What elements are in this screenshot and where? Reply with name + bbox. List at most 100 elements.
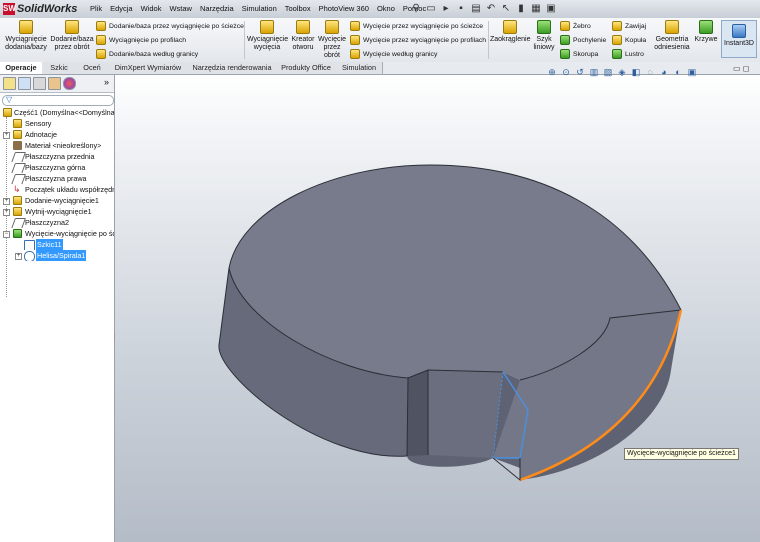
new-document-icon[interactable]: ▭ (425, 2, 437, 15)
extrude-boss-button[interactable]: Wyciągnięcie dodania/bazy (4, 20, 48, 52)
menu-photoview[interactable]: PhotoView 360 (315, 3, 373, 15)
linear-pattern-button[interactable]: Szyk liniowy (532, 20, 556, 52)
lofted-cut-button[interactable]: Wycięcie przez wyciągnięcie po profilach (350, 35, 486, 45)
tab-office-products[interactable]: Produkty Office (276, 62, 337, 74)
menu-toolbox[interactable]: Toolbox (281, 3, 315, 15)
model-3d[interactable] (115, 75, 760, 542)
section-view-icon[interactable]: ▥ (589, 67, 599, 77)
shell-label: Skorupa (573, 50, 599, 58)
tree-item-label: Wytnij-wyciągnięcie1 (25, 207, 92, 216)
menu-insert[interactable]: Wstaw (165, 3, 196, 15)
tree-item-origin[interactable]: ↳ Początek układu współrzędnych (0, 184, 114, 195)
swept-boss-button[interactable]: Dodanie/baza przez wyciągnięcie po ścież… (96, 21, 244, 31)
boundary-boss-button[interactable]: Dodanie/baza według granicy (96, 49, 198, 59)
menu-edit[interactable]: Edycja (106, 3, 137, 15)
boundary-cut-button[interactable]: Wycięcie według granicy (350, 49, 437, 59)
zoom-to-fit-icon[interactable]: ⊕ (547, 67, 557, 77)
mirror-button[interactable]: Lustro (612, 49, 644, 59)
expand-toggle[interactable]: + (3, 209, 10, 216)
save-icon[interactable]: ▪ (455, 2, 467, 15)
tree-item-label: Początek układu współrzędnych (25, 185, 114, 194)
tab-simulation[interactable]: Simulation (336, 62, 383, 74)
dynamic-annotation-icon[interactable]: ▧ (603, 67, 613, 77)
tab-sketch[interactable]: Szkic (42, 62, 77, 74)
file-properties-icon[interactable]: ▦ (530, 2, 542, 15)
rebuild-icon[interactable]: ▮ (515, 2, 527, 15)
pin-icon[interactable]: ⚲ (410, 2, 422, 15)
apply-scene-icon[interactable]: ◐ (673, 67, 683, 77)
expand-toggle[interactable]: + (3, 198, 10, 205)
tab-render-tools[interactable]: Narzędzia renderowania (188, 62, 277, 74)
tab-features[interactable]: Operacje (0, 62, 43, 74)
dome-label: Kopuła (625, 36, 647, 44)
minimize-icon[interactable]: ▭ (733, 64, 741, 73)
tab-evaluate[interactable]: Oceń (76, 62, 109, 74)
tab-dimxpert[interactable]: DimXpert Wymiarów (108, 62, 189, 74)
property-manager-tab-icon[interactable] (18, 77, 31, 90)
revolved-cut-button[interactable]: Wycięcie przez obrót (318, 20, 346, 60)
swept-cut-button[interactable]: Wycięcie przez wyciągnięcie po ścieżce (350, 21, 483, 31)
collapse-toggle[interactable]: − (3, 231, 10, 238)
expand-panel-icon[interactable]: » (104, 77, 109, 87)
tree-item-sensors[interactable]: Sensory (0, 118, 114, 129)
menu-file[interactable]: Plik (86, 3, 106, 15)
curves-button[interactable]: Krzywe (693, 20, 719, 44)
menu-window[interactable]: Okno (373, 3, 399, 15)
expand-toggle[interactable]: + (3, 132, 10, 139)
tree-item-part[interactable]: Część1 (Domyślna<<Domyślna (0, 107, 114, 118)
feature-manager-tab-icon[interactable] (3, 77, 16, 90)
dimxpert-manager-tab-icon[interactable] (48, 77, 61, 90)
tree-item-swept-cut[interactable]: − Wycięcie-wyciągnięcie po ścieżce1 (0, 228, 114, 239)
tree-item-label: Sensory (25, 119, 52, 128)
feature-tooltip: Wycięcie-wyciągnięcie po ścieżce1 (624, 448, 739, 460)
previous-view-icon[interactable]: ↺ (575, 67, 585, 77)
instant3d-button[interactable]: Instant3D (721, 20, 757, 58)
dome-button[interactable]: Kopuła (612, 35, 646, 45)
extruded-cut-button[interactable]: Wyciągnięcie wycięcia (247, 20, 289, 52)
undo-icon[interactable]: ↶ (485, 2, 497, 15)
tree-item-sketch11[interactable]: Szkic11 (0, 239, 114, 250)
tree-item-right-plane[interactable]: Płaszczyzna prawa (0, 173, 114, 184)
tree-item-cut-extrude[interactable]: + Wytnij-wyciągnięcie1 (0, 206, 114, 217)
display-manager-tab-icon[interactable] (63, 77, 76, 90)
tree-filter-input[interactable]: ▽ (2, 95, 114, 106)
configuration-manager-tab-icon[interactable] (33, 77, 46, 90)
hole-wizard-button[interactable]: Kreator otworu (288, 20, 318, 52)
solidworks-logo[interactable]: SW SolidWorks (3, 2, 77, 16)
swept-boss-label: Dodanie/baza przez wyciągnięcie po ścież… (109, 22, 244, 30)
reference-geometry-button[interactable]: Geometria odniesienia (652, 20, 692, 52)
expand-toggle[interactable]: + (15, 253, 22, 260)
view-settings-icon[interactable]: ▣ (687, 67, 697, 77)
select-icon[interactable]: ↖ (500, 2, 512, 15)
menu-view[interactable]: Widok (137, 3, 166, 15)
tree-item-plane2[interactable]: Płaszczyzna2 (0, 217, 114, 228)
tree-item-front-plane[interactable]: Płaszczyzna przednia (0, 151, 114, 162)
fillet-button[interactable]: Zaokrąglenie (490, 20, 530, 44)
lofted-boss-button[interactable]: Wyciągnięcie po profilach (96, 35, 186, 45)
graphics-viewport[interactable]: Wycięcie-wyciągnięcie po ścieżce1 (115, 75, 760, 542)
tree-item-top-plane[interactable]: Płaszczyzna górna (0, 162, 114, 173)
print-icon[interactable]: ▤ (470, 2, 482, 15)
zoom-area-icon[interactable]: ⊙ (561, 67, 571, 77)
menu-simulation[interactable]: Simulation (238, 3, 281, 15)
wrap-button[interactable]: Zawijaj (612, 21, 646, 31)
draft-button[interactable]: Pochylenie (560, 35, 606, 45)
extruded-cut-label: Wyciągnięcie wycięcia (247, 36, 289, 51)
edit-appearance-icon[interactable]: ◕ (659, 67, 669, 77)
tree-item-annotations[interactable]: + Adnotacje (0, 129, 114, 140)
tree-item-boss-extrude[interactable]: + Dodanie-wyciągnięcie1 (0, 195, 114, 206)
menu-tools[interactable]: Narzędzia (196, 3, 238, 15)
hide-show-items-icon[interactable]: ◌ (645, 67, 655, 77)
part-icon (3, 108, 12, 117)
options-icon[interactable]: ▣ (545, 2, 557, 15)
view-orientation-icon[interactable]: ◈ (617, 67, 627, 77)
maximize-icon[interactable]: ◻ (743, 64, 750, 73)
feature-manager-panel: » ▽ Część1 (Domyślna<<Domyślna Sensory +… (0, 75, 115, 542)
tree-item-helix[interactable]: + Helisa/Spirala1 (0, 250, 114, 261)
display-style-icon[interactable]: ◧ (631, 67, 641, 77)
open-icon[interactable]: ▸ (440, 2, 452, 15)
revolve-boss-button[interactable]: Dodanie/baza przez obrót (50, 20, 94, 52)
rib-button[interactable]: Żebro (560, 21, 591, 31)
shell-button[interactable]: Skorupa (560, 49, 598, 59)
tree-item-material[interactable]: Materiał <nieokreślony> (0, 140, 114, 151)
